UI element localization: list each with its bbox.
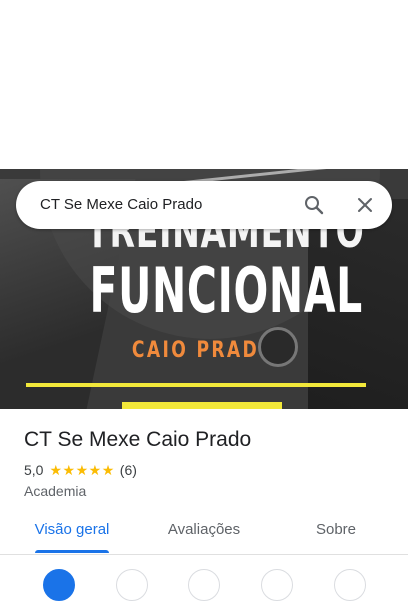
photo-yellow-block bbox=[122, 402, 282, 409]
search-bar[interactable]: CT Se Mexe Caio Prado bbox=[16, 181, 392, 229]
star-icon: ★ bbox=[101, 462, 115, 478]
tab-about[interactable]: Sobre bbox=[296, 508, 376, 554]
nearby-button[interactable] bbox=[188, 569, 220, 601]
tab-bar: Visão geral Avaliações Sobre bbox=[0, 508, 408, 555]
send-to-phone-button[interactable] bbox=[261, 569, 293, 601]
review-count[interactable]: (6) bbox=[120, 462, 137, 478]
photo-text-line2: FUNCIONAL bbox=[89, 254, 363, 327]
rating-value: 5,0 bbox=[24, 462, 44, 478]
share-button[interactable] bbox=[334, 569, 366, 601]
tab-reviews[interactable]: Avaliações bbox=[156, 508, 252, 554]
save-button[interactable] bbox=[116, 569, 148, 601]
star-icon: ★ bbox=[75, 462, 89, 478]
close-icon[interactable] bbox=[353, 193, 377, 217]
rating-row[interactable]: 5,0 ★ ★ ★ ★ ★ (6) bbox=[24, 460, 137, 480]
place-category: Academia bbox=[24, 483, 87, 499]
tab-overview[interactable]: Visão geral bbox=[24, 508, 120, 554]
watch-shape bbox=[258, 327, 298, 367]
star-icon: ★ bbox=[49, 462, 63, 478]
star-icon: ★ bbox=[62, 462, 76, 478]
directions-button[interactable] bbox=[43, 569, 75, 601]
search-input[interactable]: CT Se Mexe Caio Prado bbox=[40, 181, 202, 229]
place-name: CT Se Mexe Caio Prado bbox=[24, 428, 252, 451]
rating-stars: ★ ★ ★ ★ ★ bbox=[49, 463, 114, 477]
photo-text-line3: CAIO PRADO bbox=[131, 338, 277, 363]
tab-selected-indicator bbox=[35, 550, 109, 553]
star-icon: ★ bbox=[88, 462, 102, 478]
photo-yellow-bar bbox=[26, 383, 366, 387]
map-area-blank bbox=[0, 0, 408, 169]
search-icon[interactable] bbox=[302, 193, 326, 217]
